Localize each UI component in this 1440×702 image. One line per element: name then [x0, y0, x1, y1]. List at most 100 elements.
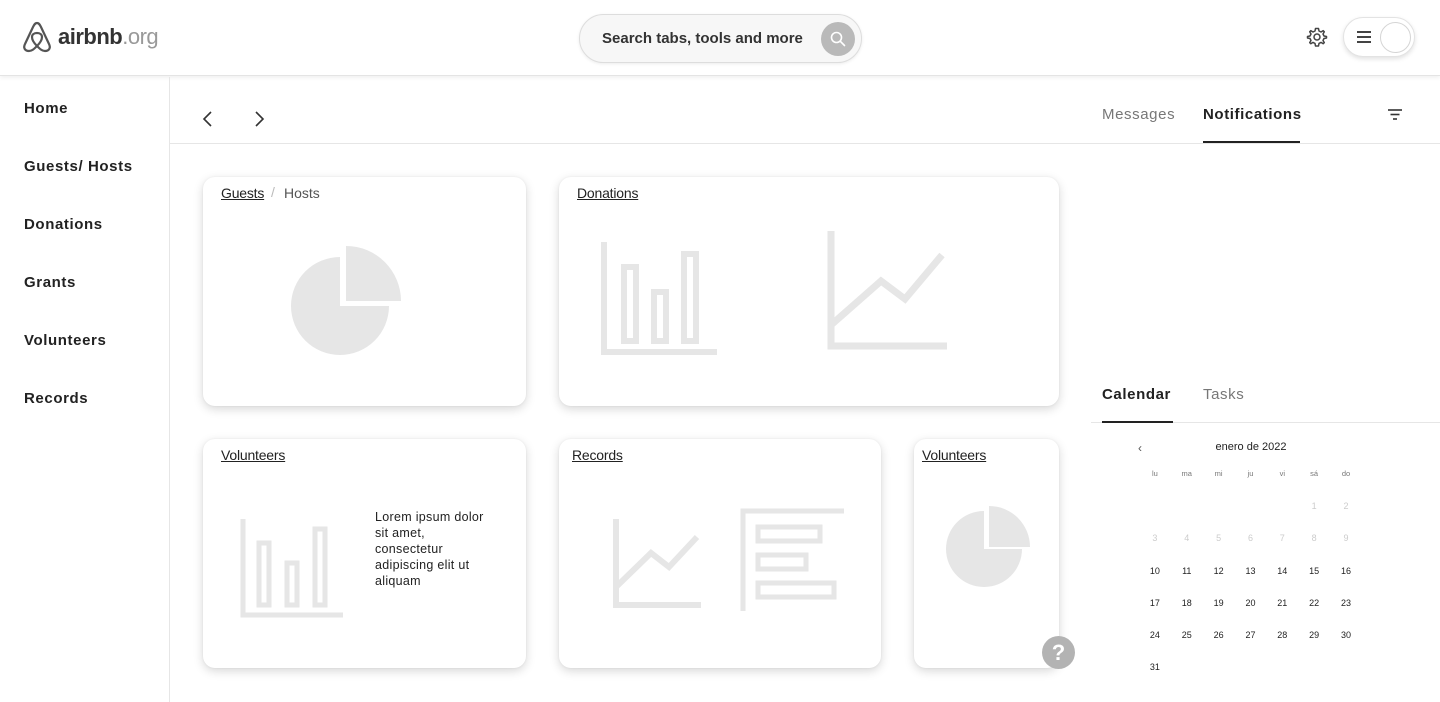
pie-chart-icon — [291, 246, 401, 355]
card-title-donations: Donations — [577, 185, 639, 201]
calendar-empty-cell — [1203, 501, 1235, 533]
card-title-volunteers-small: Volunteers — [922, 447, 987, 463]
line-chart-icon — [613, 519, 701, 608]
right-panel: Messages Notifications Calendar Tasks ‹ … — [1091, 77, 1440, 702]
tab-tasks[interactable]: Tasks — [1203, 386, 1244, 403]
volunteers-card[interactable]: Volunteers Lorem ipsum dolor sit amet, c… — [203, 439, 526, 668]
calendar-day-disabled: 8 — [1311, 533, 1317, 544]
search-placeholder: Search tabs, tools and more — [602, 30, 803, 47]
calendar-day-disabled: 6 — [1247, 533, 1253, 544]
main-content: Guests / Hosts Donations Volunteers Lore… — [170, 77, 1091, 702]
calendar-day-disabled: 2 — [1343, 501, 1349, 512]
sidebar-item-volunteers[interactable]: Volunteers — [24, 332, 106, 349]
calendar-day[interactable]: 25 — [1171, 630, 1203, 662]
calendar-day[interactable]: 19 — [1203, 598, 1235, 630]
sidebar-item-donations[interactable]: Donations — [24, 216, 103, 233]
search-bar[interactable]: Search tabs, tools and more — [579, 14, 862, 63]
toolbar — [170, 77, 1091, 144]
filter-icon[interactable] — [1387, 108, 1403, 122]
calendar-prev-month-button[interactable]: ‹ — [1138, 441, 1142, 455]
card-tab-hosts[interactable]: Hosts — [284, 185, 320, 201]
sidebar-item-grants[interactable]: Grants — [24, 274, 76, 291]
weekday-label: mi — [1214, 469, 1223, 478]
sidebar-item-records[interactable]: Records — [24, 390, 88, 407]
chevron-right-icon[interactable] — [251, 110, 267, 128]
calendar-day[interactable]: 17 — [1139, 598, 1171, 630]
calendar-grid: lu ma mi ju vi sá do 1 2 3 4 5 6 7 8 9 1… — [1139, 469, 1362, 694]
gear-icon[interactable] — [1305, 25, 1329, 49]
search-button[interactable] — [821, 22, 855, 56]
line-chart-icon — [827, 231, 947, 350]
calendar-day[interactable]: 14 — [1266, 566, 1298, 598]
weekday-label: lu — [1152, 469, 1158, 478]
card-title-records: Records — [572, 447, 623, 463]
calendar-empty-cell — [1171, 501, 1203, 533]
active-tab-indicator — [1203, 141, 1300, 143]
weekday-label: vi — [1279, 469, 1285, 478]
tab-messages[interactable]: Messages — [1102, 106, 1175, 123]
logo-tld: .org — [122, 24, 159, 49]
donations-card[interactable]: Donations — [559, 177, 1059, 406]
tab-notifications[interactable]: Notifications — [1203, 106, 1302, 123]
calendar-empty-cell — [1266, 501, 1298, 533]
calendar-day[interactable]: 15 — [1298, 566, 1330, 598]
user-menu-button[interactable] — [1343, 17, 1415, 57]
calendar-month-label: enero de 2022 — [1215, 441, 1287, 453]
calendar-day-disabled: 1 — [1311, 501, 1317, 512]
calendar-day-disabled: 7 — [1279, 533, 1285, 544]
calendar-day[interactable]: 29 — [1298, 630, 1330, 662]
calendar-day-disabled: 9 — [1343, 533, 1349, 544]
calendar-day[interactable]: 28 — [1266, 630, 1298, 662]
weekday-label: do — [1341, 469, 1351, 478]
calendar-day[interactable]: 26 — [1203, 630, 1235, 662]
top-header: airbnb.org Search tabs, tools and more — [0, 0, 1440, 76]
calendar-day[interactable]: 30 — [1330, 630, 1362, 662]
calendar-day[interactable]: 20 — [1235, 598, 1267, 630]
bar-chart-icon — [601, 242, 717, 355]
calendar-day[interactable]: 23 — [1330, 598, 1362, 630]
breadcrumb-separator: / — [271, 184, 275, 200]
search-icon — [830, 31, 846, 47]
sidebar: Home Guests/ Hosts Donations Grants Volu… — [0, 77, 170, 702]
horizontal-bar-chart-icon — [740, 508, 844, 611]
help-button[interactable]: ? — [1042, 636, 1075, 669]
avatar — [1380, 22, 1411, 53]
calendar-day[interactable]: 13 — [1235, 566, 1267, 598]
weekday-label: ju — [1247, 469, 1254, 478]
records-card[interactable]: Records — [559, 439, 881, 668]
logo[interactable]: airbnb.org — [22, 21, 159, 53]
airbnb-logo-icon — [23, 21, 51, 53]
calendar-day[interactable]: 12 — [1203, 566, 1235, 598]
chevron-left-icon[interactable] — [200, 110, 216, 128]
sidebar-item-home[interactable]: Home — [24, 100, 68, 117]
volunteers-description: Lorem ipsum dolor sit amet, consectetur … — [375, 510, 484, 588]
guests-hosts-card[interactable]: Guests / Hosts — [203, 177, 526, 406]
calendar-day[interactable]: 22 — [1298, 598, 1330, 630]
volunteers-card-small[interactable]: Volunteers — [914, 439, 1059, 668]
calendar-empty-cell — [1235, 501, 1267, 533]
hamburger-icon — [1357, 31, 1371, 43]
calendar-day[interactable]: 16 — [1330, 566, 1362, 598]
calendar-day-disabled: 4 — [1184, 533, 1190, 544]
logo-brand: airbnb — [58, 24, 123, 49]
calendar-day[interactable]: 27 — [1235, 630, 1267, 662]
card-title-volunteers: Volunteers — [221, 447, 286, 463]
card-tab-guests[interactable]: Guests — [221, 185, 264, 201]
weekday-label: sá — [1310, 469, 1319, 478]
bar-chart-icon — [240, 519, 343, 618]
calendar-day[interactable]: 18 — [1171, 598, 1203, 630]
calendar-day[interactable]: 21 — [1266, 598, 1298, 630]
calendar-day[interactable]: 31 — [1139, 662, 1171, 694]
active-tab-indicator — [1102, 421, 1173, 423]
calendar-day[interactable]: 24 — [1139, 630, 1171, 662]
sidebar-item-guests-hosts[interactable]: Guests/ Hosts — [24, 158, 133, 175]
pie-chart-icon — [946, 506, 1030, 587]
calendar-day[interactable]: 11 — [1171, 566, 1203, 598]
calendar-day-disabled: 3 — [1152, 533, 1158, 544]
calendar-day[interactable]: 10 — [1139, 566, 1171, 598]
tab-calendar[interactable]: Calendar — [1102, 386, 1171, 403]
weekday-label: ma — [1181, 469, 1192, 478]
tab-divider — [1091, 143, 1440, 144]
calendar-empty-cell — [1139, 501, 1171, 533]
calendar-day-disabled: 5 — [1216, 533, 1222, 544]
